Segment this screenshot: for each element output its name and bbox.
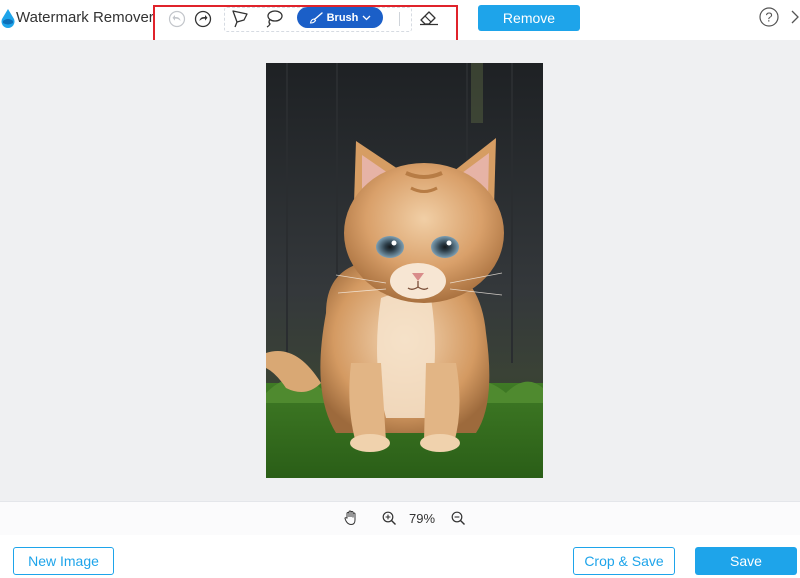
- crop-and-save-button[interactable]: Crop & Save: [573, 547, 675, 575]
- zoom-level: 79%: [409, 511, 436, 526]
- svg-text:?: ?: [765, 10, 772, 25]
- help-icon[interactable]: ?: [759, 7, 779, 27]
- image-canvas[interactable]: [0, 40, 800, 501]
- zoom-in-icon[interactable]: [382, 511, 397, 526]
- polygonal-lasso-icon[interactable]: [230, 8, 250, 28]
- zoom-bar: 79%: [0, 501, 800, 535]
- eraser-icon[interactable]: [418, 8, 440, 26]
- undo-icon[interactable]: [168, 10, 186, 28]
- hand-icon[interactable]: [344, 510, 358, 526]
- brush-tool-button[interactable]: Brush: [297, 7, 383, 28]
- watermark-remover-app: Watermark Remover Brush Remove ? 79% New…: [0, 0, 800, 578]
- zoom-out-icon[interactable]: [451, 511, 466, 526]
- new-image-button[interactable]: New Image: [13, 547, 114, 575]
- brush-label: Brush: [326, 11, 359, 24]
- chevron-right-icon[interactable]: [790, 9, 800, 25]
- redo-icon[interactable]: [194, 10, 212, 28]
- chevron-down-icon: [362, 15, 371, 20]
- lasso-icon[interactable]: [264, 8, 284, 28]
- footer-bar: New Image Crop & Save Save: [0, 535, 800, 578]
- remove-button[interactable]: Remove: [478, 5, 580, 31]
- top-bar: Watermark Remover Brush Remove ?: [0, 0, 800, 43]
- kitten-image: [266, 63, 543, 478]
- app-title: Watermark Remover: [16, 9, 154, 26]
- brush-icon: [309, 11, 323, 24]
- kitten-photo: [266, 63, 543, 478]
- water-drop-logo-icon: [1, 9, 15, 28]
- save-button[interactable]: Save: [695, 547, 797, 575]
- toolbar-divider: [399, 12, 400, 26]
